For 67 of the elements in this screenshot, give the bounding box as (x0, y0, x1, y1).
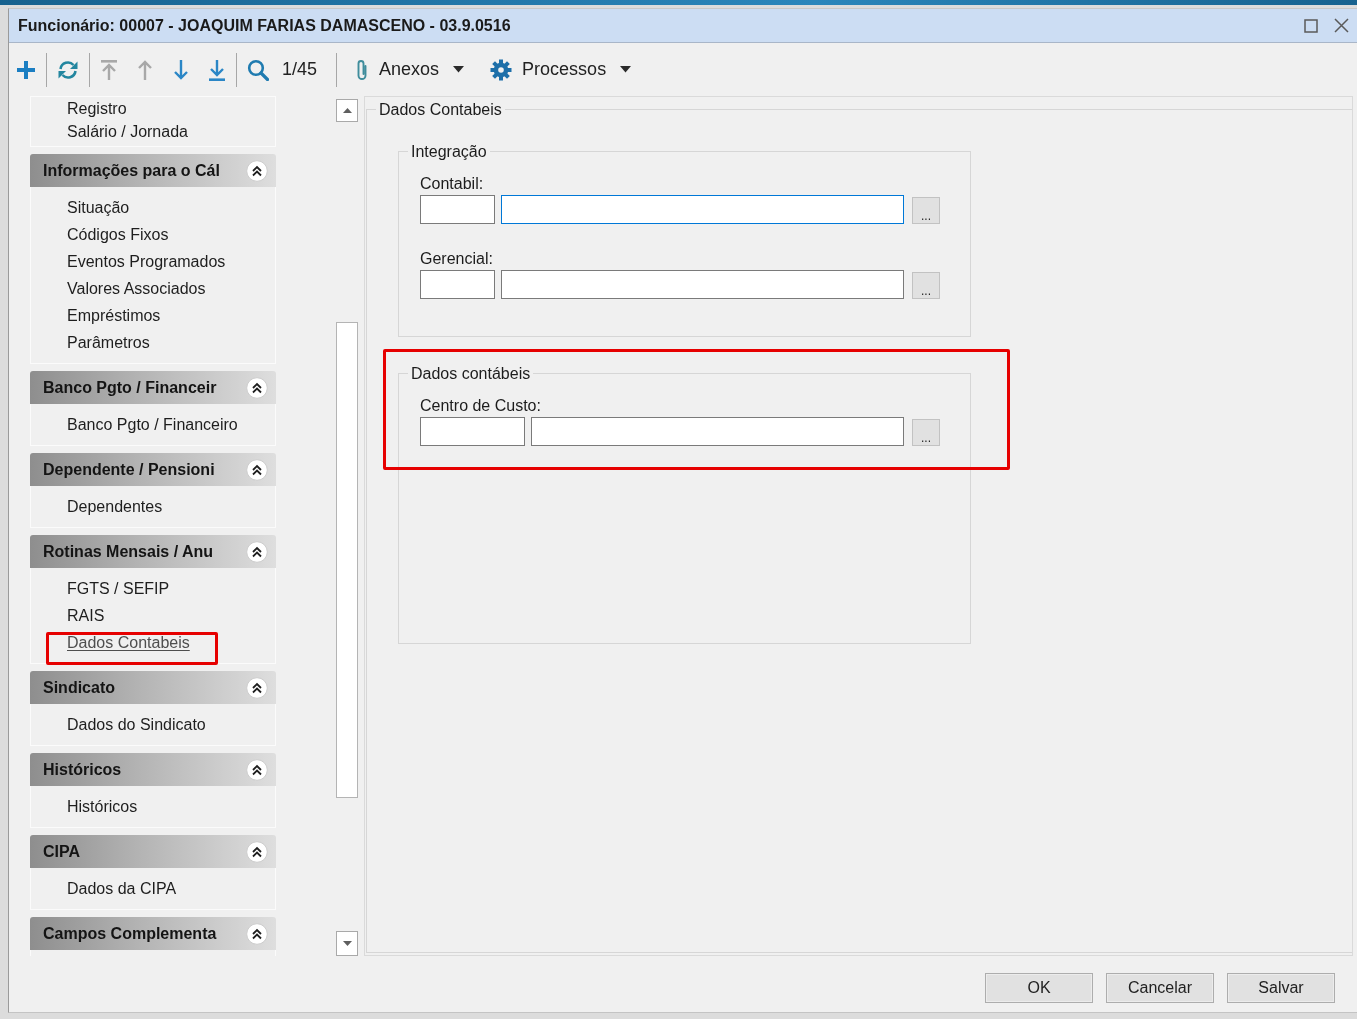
maximize-icon[interactable] (1304, 18, 1318, 33)
sidebar-link[interactable]: Situação (67, 199, 130, 216)
sidebar-link[interactable]: Dados da CIPA (67, 880, 177, 897)
double-chevron-up-icon[interactable] (246, 840, 268, 863)
sidebar-link[interactable]: Códigos Fixos (67, 226, 169, 243)
search-icon[interactable] (247, 58, 269, 81)
section-title: Rotinas Mensais / Anu (43, 541, 215, 562)
sidebar-link[interactable]: Eventos Programados (67, 253, 226, 270)
gear-icon (490, 58, 513, 81)
field-label: Gerencial: (420, 250, 494, 268)
description-input[interactable] (531, 417, 904, 446)
double-chevron-up-icon[interactable] (246, 540, 268, 563)
sidebar-link[interactable]: Dados Contabeis (67, 634, 190, 651)
group-title: Dados contábeis (410, 364, 532, 383)
group-title: Integração (410, 142, 488, 161)
sidebar-link[interactable]: Salário / Jornada (67, 123, 188, 140)
sidebar-link[interactable]: Valores Associados (67, 280, 206, 297)
double-chevron-up-icon[interactable] (246, 159, 268, 182)
lookup-button[interactable]: ... (912, 272, 940, 299)
scroll-down-button[interactable] (336, 931, 358, 956)
section-title: CIPA (43, 841, 82, 862)
lookup-button[interactable]: ... (912, 419, 940, 446)
dropdown-button[interactable]: Processos (482, 56, 640, 83)
close-icon[interactable] (1334, 18, 1349, 33)
description-input[interactable] (501, 270, 904, 299)
code-input[interactable] (420, 195, 495, 224)
caret-icon (620, 66, 632, 73)
lookup-button[interactable]: ... (912, 197, 940, 224)
section-title: Dependente / Pensioni (43, 459, 216, 480)
sidebar-link[interactable]: FGTS / SEFIP (67, 580, 170, 597)
record-counter: 1/45 (282, 58, 318, 81)
sidebar-link[interactable]: Parâmetros (67, 334, 150, 351)
dialog-button[interactable]: Cancelar (1106, 973, 1214, 1003)
double-chevron-up-icon[interactable] (246, 758, 268, 781)
double-chevron-up-icon[interactable] (246, 458, 268, 481)
down-arrow-icon (342, 941, 352, 946)
section-title: Campos Complementa (43, 923, 218, 944)
sidebar-link[interactable]: Históricos (67, 798, 138, 815)
code-input[interactable] (420, 270, 495, 299)
dialog-button[interactable]: Salvar (1227, 973, 1335, 1003)
scrollbar-thumb[interactable] (336, 322, 358, 798)
up-arrow-icon (342, 108, 352, 113)
sidebar-link[interactable]: Empréstimos (67, 307, 161, 324)
field-label: Centro de Custo: (420, 397, 542, 415)
section-title: Informações para o Cál (43, 160, 221, 181)
section-title: Banco Pgto / Financeir (43, 377, 218, 398)
arrow-down-icon[interactable] (172, 58, 190, 81)
arrow-to-bottom-icon[interactable] (208, 58, 226, 81)
dropdown-button[interactable]: Anexos (347, 56, 473, 83)
section-title: Sindicato (43, 677, 116, 698)
scroll-up-button[interactable] (336, 99, 358, 122)
sidebar-link[interactable]: Dependentes (67, 498, 163, 515)
double-chevron-up-icon[interactable] (246, 376, 268, 399)
group-title: Dados Contabeis (378, 100, 503, 119)
dialog-button[interactable]: OK (985, 973, 1093, 1003)
field-label: Contabil: (420, 175, 485, 193)
plus-icon[interactable] (16, 59, 36, 80)
double-chevron-up-icon[interactable] (246, 922, 268, 945)
section-title: Históricos (43, 759, 123, 780)
refresh-icon[interactable] (57, 58, 79, 81)
window-title: Funcionário: 00007 - JOAQUIM FARIAS DAMASCENO - 03.9.0516 (18, 15, 512, 36)
code-input[interactable] (420, 417, 525, 446)
description-input[interactable] (501, 195, 904, 224)
sidebar-link[interactable]: Registro (67, 100, 127, 117)
caret-icon (453, 66, 465, 73)
double-chevron-up-icon[interactable] (246, 676, 268, 699)
sidebar-link[interactable]: RAIS (67, 607, 105, 624)
